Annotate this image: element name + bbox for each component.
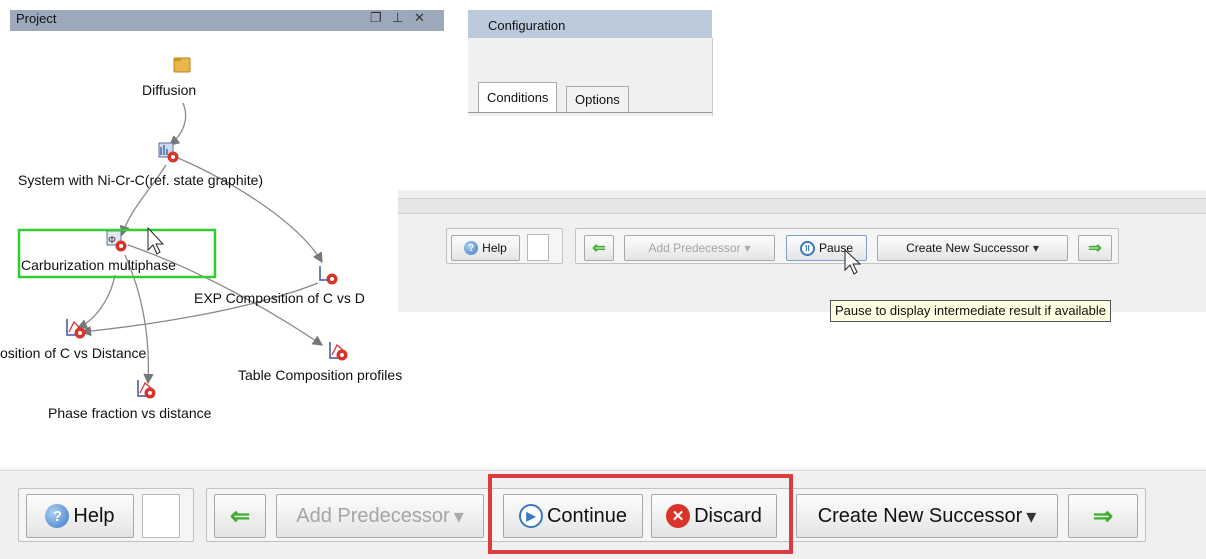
edge-diffusion-system xyxy=(169,102,187,146)
project-panel-title: Project xyxy=(16,11,57,26)
chevron-down-icon: ▾ xyxy=(453,505,464,528)
node-table-profiles[interactable]: Table Composition profiles xyxy=(238,367,402,383)
folder-icon xyxy=(173,57,191,73)
create-new-successor-dropdown-small[interactable]: Create New Successor ▾ xyxy=(877,235,1068,261)
document-icon[interactable] xyxy=(142,494,180,538)
chevron-down-icon: ▾ xyxy=(1032,241,1039,255)
help-icon: ? xyxy=(464,241,479,255)
svg-text:Φ: Φ xyxy=(108,235,116,246)
highlight-annotation xyxy=(488,474,793,554)
next-button[interactable]: ⇒ xyxy=(1068,494,1138,538)
document-icon[interactable] xyxy=(527,234,549,261)
node-carburization[interactable]: Carburization multiphase xyxy=(21,257,176,273)
add-predecessor-dropdown[interactable]: Add Predecessor ▾ xyxy=(276,494,484,538)
toolbar-paused-divider xyxy=(0,470,1206,471)
pause-icon: II xyxy=(799,240,815,256)
create-new-successor-dropdown[interactable]: Create New Successor ▾ xyxy=(796,494,1058,538)
tab-options[interactable]: Options xyxy=(566,86,629,113)
calculation-node-icon: Φ xyxy=(106,230,127,252)
edge-carb-composition xyxy=(76,274,116,329)
chevron-down-icon: ▾ xyxy=(744,241,751,255)
plot-node-icon xyxy=(66,319,86,339)
help-button[interactable]: ? Help xyxy=(26,494,134,538)
node-diffusion[interactable]: Diffusion xyxy=(142,82,196,98)
create-successor-label: Create New Successor xyxy=(817,504,1023,527)
chevron-down-icon: ▾ xyxy=(1026,505,1037,528)
phase-plot-icon xyxy=(137,380,156,399)
toolbar-running-divider xyxy=(398,198,1206,214)
configuration-panel-title: Configuration xyxy=(488,18,566,33)
help-icon: ? xyxy=(45,504,70,528)
table-node-icon xyxy=(329,342,348,361)
add-predecessor-label: Add Predecessor xyxy=(648,241,741,255)
left-arrow-icon: ⇐ xyxy=(592,240,606,257)
edge-carb-phase xyxy=(124,254,154,385)
node-exp-composition[interactable]: EXP Composition of C vs D xyxy=(194,290,398,306)
cursor-icon xyxy=(147,226,165,255)
help-button-label: Help xyxy=(482,241,507,255)
node-composition-distance[interactable]: osition of C vs Distance xyxy=(0,345,146,361)
node-phase-fraction[interactable]: Phase fraction vs distance xyxy=(48,405,211,421)
previous-button-small[interactable]: ⇐ xyxy=(584,235,614,261)
right-arrow-icon: ⇒ xyxy=(1092,502,1114,530)
close-icon[interactable]: ✕ xyxy=(414,10,425,26)
pause-tooltip: Pause to display intermediate result if … xyxy=(830,300,1111,322)
create-successor-label: Create New Successor xyxy=(906,241,1029,255)
add-predecessor-dropdown-small[interactable]: Add Predecessor ▾ xyxy=(624,235,775,261)
experimental-plot-icon xyxy=(319,266,338,285)
next-button-small[interactable]: ⇒ xyxy=(1078,235,1112,261)
previous-button[interactable]: ⇐ xyxy=(214,494,266,538)
tab-conditions[interactable]: Conditions xyxy=(478,82,558,113)
left-arrow-icon: ⇐ xyxy=(229,502,251,530)
tab-baseline xyxy=(468,112,712,113)
pin-icon[interactable]: ⊥ xyxy=(392,10,403,26)
system-node-icon xyxy=(158,142,179,163)
help-button-small[interactable]: ? Help xyxy=(451,235,520,261)
right-arrow-icon: ⇒ xyxy=(1088,240,1102,257)
node-system[interactable]: System with Ni-Cr-C(ref. state graphite) xyxy=(18,172,263,188)
restore-icon[interactable]: ❐ xyxy=(370,10,382,26)
help-button-label: Help xyxy=(73,504,115,527)
add-predecessor-label: Add Predecessor xyxy=(296,504,450,527)
cursor-icon xyxy=(844,248,862,275)
